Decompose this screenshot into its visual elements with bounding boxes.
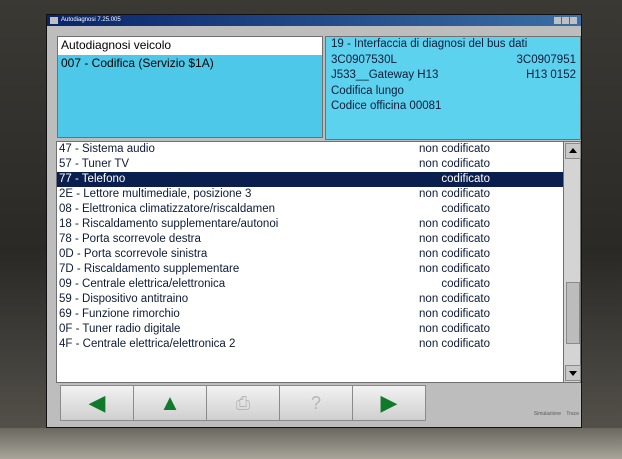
- coding-status: codificato: [441, 203, 490, 215]
- selected-module[interactable]: 007 - Codifica (Servizio $1A): [58, 55, 322, 72]
- coding-status: non codificato: [419, 188, 490, 200]
- module-name: 0D - Porta scorrevole sinistra: [59, 248, 208, 260]
- up-button[interactable]: ▲: [133, 385, 207, 421]
- window-controls: [553, 17, 577, 24]
- list-item[interactable]: 18 - Riscaldamento supplementare/autonoi…: [57, 217, 564, 232]
- workshop-code: Codice officina 00081: [331, 100, 442, 112]
- coding-status: codificato: [441, 278, 490, 290]
- list-item[interactable]: 78 - Porta scorrevole destra non codifica…: [57, 232, 564, 247]
- component-name: J533__Gateway H13: [331, 69, 439, 81]
- window-title: Autodiagnosi 7.25.005: [61, 17, 121, 23]
- title-bar: Autodiagnosi 7.25.005: [47, 15, 581, 26]
- coding-status: non codificato: [419, 323, 490, 335]
- list-item[interactable]: 59 - Dispositivo antitraino non codificat…: [57, 292, 564, 307]
- module-name: 69 - Funzione rimorchio: [59, 308, 180, 320]
- status-area: Simulazione Trace: [427, 407, 579, 421]
- back-button[interactable]: ◀: [60, 385, 134, 421]
- module-name: 18 - Riscaldamento supplementare/autonoi: [59, 218, 279, 230]
- forward-button[interactable]: ▶: [352, 385, 426, 421]
- module-name: 7D - Riscaldamento supplementare: [59, 263, 240, 275]
- print-button[interactable]: ⎙: [206, 385, 280, 421]
- module-name: 09 - Centrale elettrica/elettronica: [59, 278, 226, 290]
- module-panel: Autodiagnosi veicolo 007 - Codifica (Ser…: [57, 36, 323, 138]
- monitor-bezel-bottom: [0, 428, 622, 459]
- scroll-down-button[interactable]: [565, 365, 581, 381]
- module-name: 08 - Elettronica climatizzatore/riscalda…: [59, 203, 276, 215]
- part-number: 3C0907530L: [331, 53, 397, 66]
- software-version: H13 0152: [526, 69, 576, 81]
- bottom-toolbar: ◀ ▲ ⎙ ? ▶: [60, 385, 426, 421]
- list-item[interactable]: 69 - Funzione rimorchio non codificato: [57, 307, 564, 322]
- up-arrow-icon: ▲: [159, 390, 181, 415]
- module-name: 57 - Tuner TV: [59, 158, 130, 170]
- chevron-up-icon: [569, 148, 577, 153]
- help-button[interactable]: ?: [279, 385, 353, 421]
- list-item[interactable]: 09 - Centrale elettrica/elettronica codif…: [57, 277, 564, 292]
- module-name: 0F - Tuner radio digitale: [59, 323, 181, 335]
- coding-status: non codificato: [419, 218, 490, 230]
- app-window: Autodiagnosi 7.25.005 Autodiagnosi veico…: [46, 14, 582, 428]
- list-item[interactable]: 2E - Lettore multimediale, posizione 3 no…: [57, 187, 564, 202]
- coding-status: codificato: [441, 173, 490, 185]
- left-arrow-icon: ◀: [88, 390, 106, 415]
- coding-status: non codificato: [419, 338, 490, 350]
- right-arrow-icon: ▶: [380, 390, 398, 415]
- module-list[interactable]: 47 - Sistema audio non codificato 57 - Tun…: [56, 141, 565, 383]
- module-name: 4F - Centrale elettrica/elettronica 2: [59, 338, 236, 350]
- scroll-up-button[interactable]: [565, 143, 581, 159]
- close-icon[interactable]: [570, 17, 577, 24]
- module-name: 78 - Porta scorrevole destra: [59, 233, 201, 245]
- list-item[interactable]: 4F - Centrale elettrica/elettronica 2 non…: [57, 337, 564, 352]
- part-number-secondary: 3C0907951: [516, 53, 576, 66]
- module-name: 59 - Dispositivo antitraino: [59, 293, 189, 305]
- coding-type: Codifica lungo: [331, 84, 404, 97]
- chevron-down-icon: [569, 371, 577, 376]
- list-scrollbar[interactable]: [563, 141, 581, 383]
- app-icon: [50, 17, 58, 24]
- list-item[interactable]: 7D - Riscaldamento supplementare non codi…: [57, 262, 564, 277]
- panel-title: Autodiagnosi veicolo: [61, 38, 172, 52]
- coding-status: non codificato: [419, 233, 490, 245]
- list-item[interactable]: 57 - Tuner TV non codificato: [57, 157, 564, 172]
- help-icon: ?: [310, 393, 321, 413]
- list-item[interactable]: 47 - Sistema audio non codificato: [57, 142, 564, 157]
- list-item[interactable]: 0F - Tuner radio digitale non codificato: [57, 322, 564, 337]
- printer-icon: ⎙: [235, 393, 251, 413]
- coding-status: non codificato: [419, 293, 490, 305]
- simulation-indicator: Simulazione: [533, 411, 561, 417]
- coding-status: non codificato: [419, 308, 490, 320]
- coding-status: non codificato: [419, 143, 490, 155]
- controller-name: 19 - Interfaccia di diagnosi del bus dat…: [331, 38, 528, 50]
- module-name: 77 - Telefono: [59, 173, 126, 185]
- module-name: 47 - Sistema audio: [59, 143, 155, 155]
- list-item[interactable]: 0D - Porta scorrevole sinistra non codifi…: [57, 247, 564, 262]
- minimize-icon[interactable]: [554, 17, 561, 24]
- selected-module-area[interactable]: 007 - Codifica (Servizio $1A): [58, 55, 322, 137]
- coding-status: non codificato: [419, 263, 490, 275]
- list-item[interactable]: 08 - Elettronica climatizzatore/riscalda…: [57, 202, 564, 217]
- component-row: J533__Gateway H13 H13 0152: [326, 68, 580, 84]
- maximize-icon[interactable]: [562, 17, 569, 24]
- trace-indicator: Trace: [566, 411, 579, 417]
- controller-info-panel: 19 - Interfaccia di diagnosi del bus dat…: [325, 36, 581, 140]
- part-number-row: 3C0907530L 3C0907951: [326, 53, 580, 69]
- module-name: 2E - Lettore multimediale, posizione 3: [59, 188, 252, 200]
- coding-status: non codificato: [419, 248, 490, 260]
- list-item[interactable]: 77 - Telefono codificato: [57, 172, 564, 187]
- scroll-thumb[interactable]: [566, 282, 580, 344]
- coding-status: non codificato: [419, 158, 490, 170]
